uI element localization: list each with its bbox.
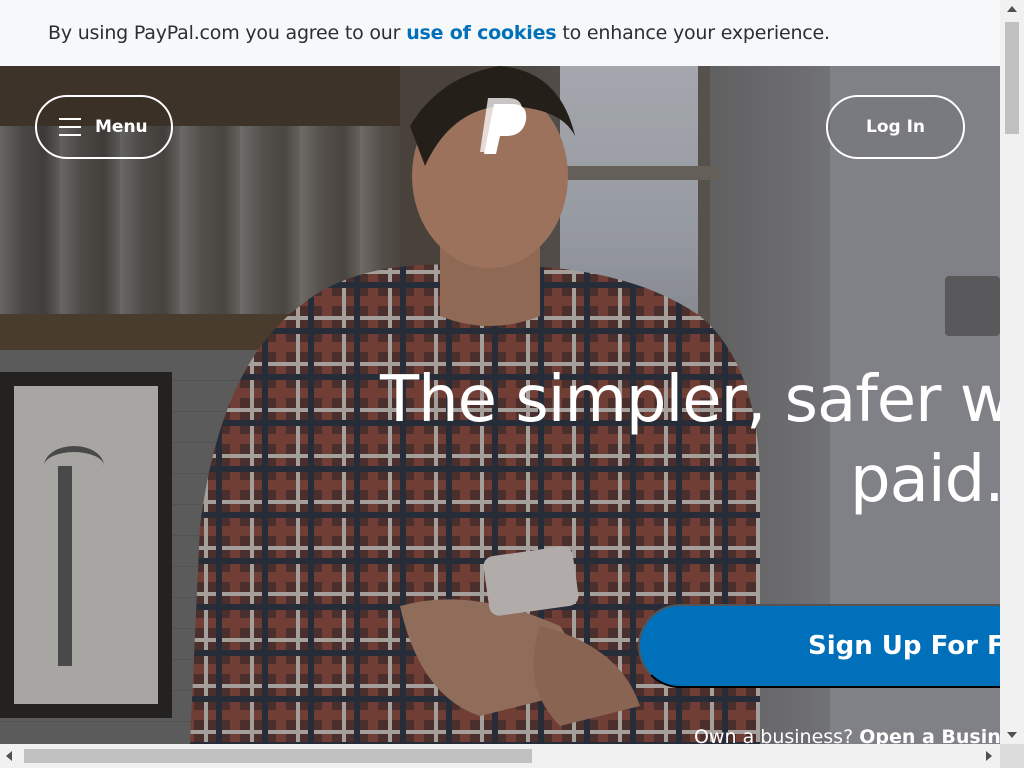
- vertical-scrollbar[interactable]: [1000, 0, 1024, 744]
- scrollbar-corner: [1000, 744, 1024, 768]
- hero-headline: The simpler, safer way paid.: [380, 360, 1000, 520]
- scroll-up-arrow-icon[interactable]: [1007, 6, 1017, 12]
- login-button[interactable]: Log In: [826, 95, 965, 159]
- menu-label: Menu: [95, 117, 148, 137]
- page-viewport: By using PayPal.com you agree to our use…: [0, 0, 1000, 744]
- scroll-left-arrow-icon[interactable]: [6, 751, 12, 761]
- horizontal-scrollbar[interactable]: [0, 744, 1000, 768]
- business-account-prompt: Own a business? Open a Business Account: [694, 726, 1000, 744]
- hero-headline-line1: The simpler, safer way: [380, 363, 1000, 437]
- cookie-banner: By using PayPal.com you agree to our use…: [0, 0, 1000, 66]
- paypal-logo-icon[interactable]: [474, 96, 528, 156]
- use-of-cookies-link[interactable]: use of cookies: [406, 22, 556, 44]
- open-business-account-link[interactable]: Open a Business Account: [859, 726, 1000, 744]
- cookie-banner-text-before: By using PayPal.com you agree to our: [48, 22, 401, 44]
- menu-button[interactable]: Menu: [35, 95, 173, 159]
- scroll-right-arrow-icon[interactable]: [986, 751, 992, 761]
- business-prompt-text: Own a business?: [694, 726, 854, 744]
- cookie-banner-text-after: to enhance your experience.: [562, 22, 830, 44]
- hamburger-icon: [59, 118, 81, 136]
- scroll-down-arrow-icon[interactable]: [1007, 732, 1017, 738]
- horizontal-scroll-thumb[interactable]: [24, 749, 532, 763]
- vertical-scroll-thumb[interactable]: [1005, 22, 1019, 134]
- sign-up-free-button[interactable]: Sign Up For Free: [638, 604, 1000, 688]
- hero-headline-line2: paid.: [850, 443, 1000, 517]
